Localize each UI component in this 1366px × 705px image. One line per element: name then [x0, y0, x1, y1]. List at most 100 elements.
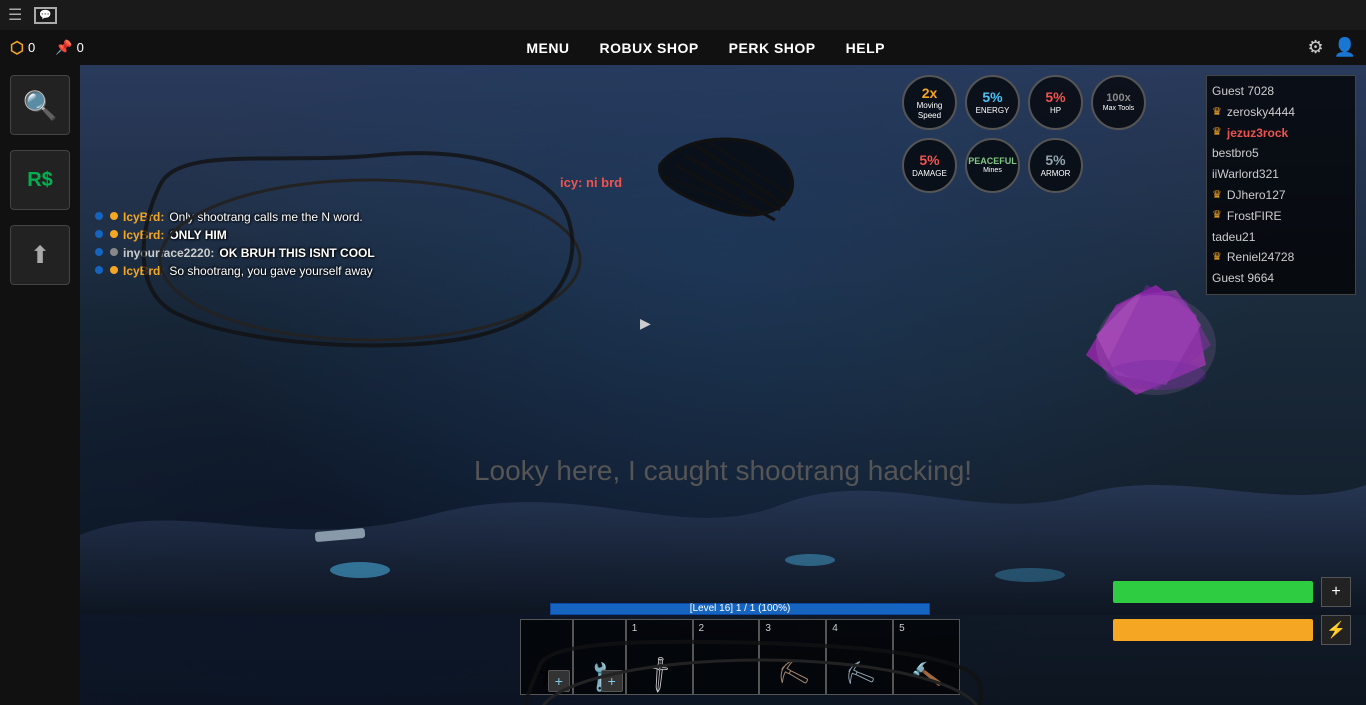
menu-icon[interactable]: ☰ [8, 5, 22, 25]
gold-currency: ⬡ 0 [10, 38, 35, 58]
chat-message-2: IcyBrd: ONLY HIM [95, 228, 375, 242]
player-name: jezuz3rock [1227, 125, 1288, 142]
energy-icon: ⚡ [1321, 615, 1351, 645]
slot-icon: 🗡 [637, 652, 682, 697]
hotbar-slot-1[interactable]: 1 🗡 [626, 619, 693, 695]
player-item: ♛ DJhero127 [1212, 185, 1350, 206]
hotbar: [Level 16] 1 / 1 (100%) ⚔ + 🔧 + 1 🗡 2 3 [520, 603, 960, 695]
player-item: tadeu21 [1212, 227, 1350, 248]
slot-number: 2 [699, 623, 705, 634]
chat-text: ONLY HIM [169, 228, 226, 242]
hud-maxtools: 100x Max Tools [1091, 75, 1146, 130]
crown-icon: ♛ [1212, 105, 1222, 120]
settings-icon[interactable]: ⚙ [1307, 37, 1323, 58]
slot-icon: 🔨 [909, 659, 943, 693]
nav-right-icons: ⚙ 👤 [1307, 37, 1356, 58]
player-item: bestbro5 [1212, 143, 1350, 164]
chat-sender: IcyBrd: [123, 264, 164, 278]
points-currency: 📌 0 [55, 39, 84, 56]
hotbar-slot-special1[interactable]: ⚔ + [520, 619, 573, 695]
hotbar-slots: ⚔ + 🔧 + 1 🗡 2 3 ⛏ 4 ⛏ [520, 619, 960, 695]
main-announcement: Looky here, I caught shootrang hacking! [80, 455, 1366, 487]
chat-dot-2 [110, 266, 118, 274]
hud-row-1: 2x MovingSpeed 5% ENERGY 5% HP 100x Max … [902, 75, 1146, 130]
player-item: ♛ FrostFIRE [1212, 206, 1350, 227]
nav-links: MENU ROBUX SHOP PERK SHOP HELP [104, 40, 1308, 56]
hud-armor: 5% ARMOR [1028, 138, 1083, 193]
robux-button[interactable]: R$ [10, 150, 70, 210]
perk-shop-link[interactable]: PERK SHOP [729, 40, 816, 56]
hotbar-slot-5[interactable]: 5 🔨 [893, 619, 960, 695]
player-item: iiWarlord321 [1212, 164, 1350, 185]
chat-text: So shootrang, you gave yourself away [169, 264, 372, 278]
profile-icon[interactable]: 👤 [1334, 37, 1356, 58]
hud-hp: 5% HP [1028, 75, 1083, 130]
chat-sender: IcyBrd: [123, 228, 164, 242]
player-label-text: icy: ni brd [560, 175, 622, 190]
add-button[interactable]: + [548, 670, 570, 692]
bottom-right-bars: + ⚡ [1113, 577, 1351, 645]
chat-icon[interactable]: 💬 [34, 7, 56, 24]
slot-number: 5 [899, 623, 905, 634]
hotbar-slot-special2[interactable]: 🔧 + [573, 619, 626, 695]
crystal-svg [1056, 285, 1236, 405]
health-add-button[interactable]: + [1321, 577, 1351, 607]
search-button[interactable]: 🔍 [10, 75, 70, 135]
gold-amount: 0 [28, 40, 35, 55]
slot-icon: ⛏ [772, 654, 814, 694]
player-item: ♛ jezuz3rock [1212, 123, 1350, 144]
hud-peaceful: PEACEFUL Mines [965, 138, 1020, 193]
pin-icon: 📌 [55, 39, 72, 56]
chat-text: Only shootrang calls me the N word. [169, 210, 362, 224]
chat-dot [95, 248, 103, 256]
player-name: Guest 7028 [1212, 83, 1274, 100]
hotbar-slot-3[interactable]: 3 ⛏ [759, 619, 826, 695]
game-area: ▶ icy: ni brd 2x MovingSpeed 5% ENERGY 5… [80, 65, 1366, 705]
chat-dot-2 [110, 230, 118, 238]
crown-icon: ♛ [1212, 250, 1222, 265]
hud-damage: 5% DAMAGE [902, 138, 957, 193]
navbar: ⬡ 0 📌 0 MENU ROBUX SHOP PERK SHOP HELP ⚙… [0, 30, 1366, 65]
player-item: ♛ zerosky4444 [1212, 102, 1350, 123]
crown-icon: ♛ [1212, 125, 1222, 140]
energy-bar-row: ⚡ [1113, 615, 1351, 645]
chat-dot [95, 212, 103, 220]
chat-area: IcyBrd: Only shootrang calls me the N wo… [95, 210, 375, 282]
hud-energy: 5% ENERGY [965, 75, 1020, 130]
energy-bar-yellow [1113, 619, 1313, 641]
cursor: ▶ [640, 315, 651, 332]
player-name: bestbro5 [1212, 145, 1259, 162]
hotbar-slot-4[interactable]: 4 ⛏ [826, 619, 893, 695]
slot-icon: ⛏ [840, 656, 880, 695]
upload-button[interactable]: ⬆ [10, 225, 70, 285]
chat-dot [95, 230, 103, 238]
slot-number: 4 [832, 623, 838, 634]
player-name: zerosky4444 [1227, 104, 1295, 121]
player-label: icy: ni brd [560, 175, 622, 190]
hotbar-level-label: [Level 16] 1 / 1 (100%) [551, 603, 929, 615]
player-name: Guest 9664 [1212, 270, 1274, 287]
menu-link[interactable]: MENU [526, 40, 569, 56]
player-name: tadeu21 [1212, 229, 1255, 246]
chat-dot [95, 266, 103, 274]
hud-moving-speed: 2x MovingSpeed [902, 75, 957, 130]
hotbar-level-bar: [Level 16] 1 / 1 (100%) [550, 603, 930, 615]
chat-sender: inyourface2220: [123, 246, 214, 260]
slot-number: 1 [632, 623, 638, 634]
add-button-2[interactable]: + [601, 670, 623, 692]
player-item: ♛ Reniel24728 [1212, 247, 1350, 268]
chat-message-1: IcyBrd: Only shootrang calls me the N wo… [95, 210, 375, 224]
robux-shop-link[interactable]: ROBUX SHOP [600, 40, 699, 56]
player-item: Guest 9664 [1212, 268, 1350, 289]
hotbar-slot-2[interactable]: 2 [693, 619, 760, 695]
hud-stats: 2x MovingSpeed 5% ENERGY 5% HP 100x Max … [902, 75, 1146, 193]
top-bar: ☰ 💬 [0, 0, 1366, 30]
player-name: iiWarlord321 [1212, 166, 1279, 183]
crown-icon: ♛ [1212, 188, 1222, 203]
floor-item [310, 525, 370, 550]
floor-item-svg [310, 525, 370, 545]
health-bar-green [1113, 581, 1313, 603]
chat-dot-2 [110, 212, 118, 220]
help-link[interactable]: HELP [846, 40, 885, 56]
player-name: DJhero127 [1227, 187, 1286, 204]
